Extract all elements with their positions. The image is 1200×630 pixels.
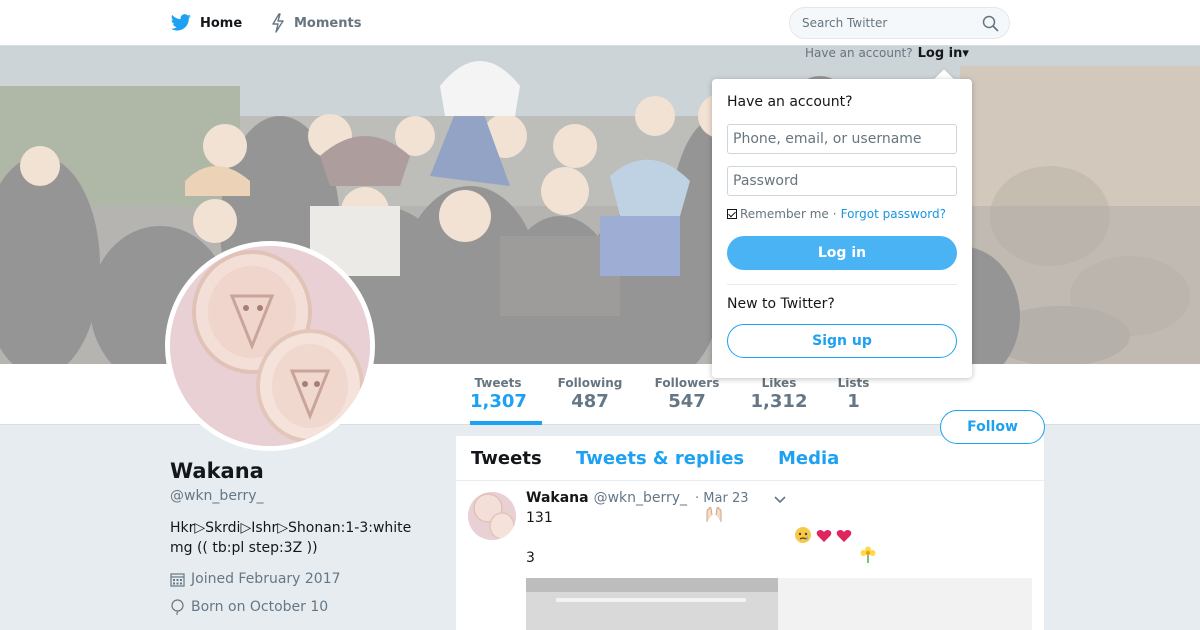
raised-hands-emoji: 🙌🏻 <box>704 506 724 528</box>
tweet-author-name[interactable]: Wakana <box>526 490 589 506</box>
tab-media[interactable]: Media <box>778 448 839 469</box>
joined-text: Joined February 2017 <box>191 571 341 587</box>
bio-line: mg (( tb:pl step:3Z )) <box>170 540 318 556</box>
nav-moments[interactable]: Moments <box>270 0 361 46</box>
stat-following[interactable]: Following 487 <box>557 376 623 412</box>
separator-dot: · <box>832 207 837 221</box>
tweet-media-image[interactable] <box>778 578 1032 630</box>
login-toggle-label: Log in <box>917 45 963 61</box>
profile-handle[interactable]: @wkn_berry_ <box>170 488 263 504</box>
nav-home-label: Home <box>200 15 243 31</box>
calendar-icon <box>170 572 185 587</box>
stat-likes[interactable]: Likes 1,312 <box>750 376 808 412</box>
profile-name[interactable]: Wakana <box>170 459 264 483</box>
nav-moments-label: Moments <box>294 15 362 31</box>
stat-value: 1,312 <box>750 391 808 412</box>
tweet[interactable]: Wakana @wkn_berry_ · Mar 23 131 3 🙌🏻 😢 💗… <box>456 482 1044 630</box>
search-icon[interactable] <box>982 15 999 32</box>
lightning-icon <box>272 13 284 33</box>
born-text: Born on October 10 <box>191 599 329 615</box>
login-button[interactable]: Log in <box>727 236 957 270</box>
stat-tweets[interactable]: Tweets 1,307 <box>470 376 527 412</box>
profile-bio: Hkr▷Skrdi▷Ishr▷Shonan:1-3:white mg (( tb… <box>170 518 430 558</box>
joined-date: Joined February 2017 <box>170 571 341 587</box>
flower-emoji: 🌼 <box>860 546 876 568</box>
stat-lists[interactable]: Lists 1 <box>836 376 871 412</box>
remember-checkbox[interactable] <box>727 209 737 219</box>
tab-tweets-replies[interactable]: Tweets & replies <box>576 448 744 469</box>
remember-label[interactable]: Remember me <box>740 207 829 221</box>
active-stat-underline <box>470 421 542 425</box>
stat-label: Followers <box>654 376 720 390</box>
tweet-avatar[interactable] <box>468 492 516 540</box>
crying-face-emoji: 😢 <box>794 526 812 548</box>
signup-button[interactable]: Sign up <box>727 324 957 358</box>
tweet-author-handle[interactable]: @wkn_berry_ <box>594 490 687 506</box>
tweet-date[interactable]: · Mar 23 <box>695 491 748 506</box>
stat-label: Tweets <box>474 376 522 390</box>
birthday: Born on October 10 <box>170 599 328 615</box>
username-field[interactable] <box>727 124 957 154</box>
stat-value: 1 <box>847 391 860 412</box>
media-photo <box>526 578 778 630</box>
balloon-icon <box>171 599 184 615</box>
tweet-text-line: 3 <box>526 550 535 566</box>
login-dropdown: Have an account? Remember me · Forgot pa… <box>712 79 972 378</box>
account-prompt-text: Have an account? <box>805 46 913 60</box>
tweet-media-image[interactable] <box>526 578 778 630</box>
search-input[interactable] <box>790 8 970 38</box>
stat-value: 547 <box>668 391 706 412</box>
caret-down-icon: ▾ <box>962 45 969 61</box>
new-to-twitter-text: New to Twitter? <box>727 296 835 312</box>
avatar-photo <box>468 492 516 540</box>
stat-value: 1,307 <box>470 391 527 412</box>
follow-button[interactable]: Follow <box>940 410 1045 444</box>
account-prompt: Have an account? Log in▾ <box>805 45 969 61</box>
tweet-header: Wakana @wkn_berry_ · Mar 23 <box>526 490 749 506</box>
password-field[interactable] <box>727 166 957 196</box>
avatar-photo <box>170 246 370 446</box>
profile-avatar[interactable] <box>165 241 375 451</box>
twitter-bird-icon <box>170 14 191 31</box>
forgot-password-link[interactable]: Forgot password? <box>841 207 946 221</box>
stat-followers[interactable]: Followers 547 <box>653 376 721 412</box>
login-dropdown-toggle[interactable]: Log in▾ <box>918 46 969 61</box>
remember-row: Remember me · Forgot password? <box>727 207 946 221</box>
stat-label: Following <box>557 376 623 390</box>
chevron-down-icon[interactable] <box>774 496 786 504</box>
stat-label: Likes <box>761 376 797 390</box>
top-navigation: Home Moments <box>0 0 1200 46</box>
nav-home[interactable]: Home <box>170 0 242 46</box>
tab-tweets[interactable]: Tweets <box>471 448 542 469</box>
timeline: Tweets Tweets & replies Media Wakana @wk… <box>456 436 1044 630</box>
dropdown-divider <box>727 284 957 285</box>
login-dropdown-title: Have an account? <box>727 94 853 110</box>
heart-emoji <box>836 528 852 547</box>
stat-value: 487 <box>571 391 609 412</box>
tweet-text-line: 131 <box>526 510 553 526</box>
bio-line: Hkr▷Skrdi▷Ishr▷Shonan:1-3:white <box>170 520 412 536</box>
stat-label: Lists <box>837 376 870 390</box>
search-box <box>789 7 1010 39</box>
heart-emoji: 💗 <box>816 528 832 547</box>
